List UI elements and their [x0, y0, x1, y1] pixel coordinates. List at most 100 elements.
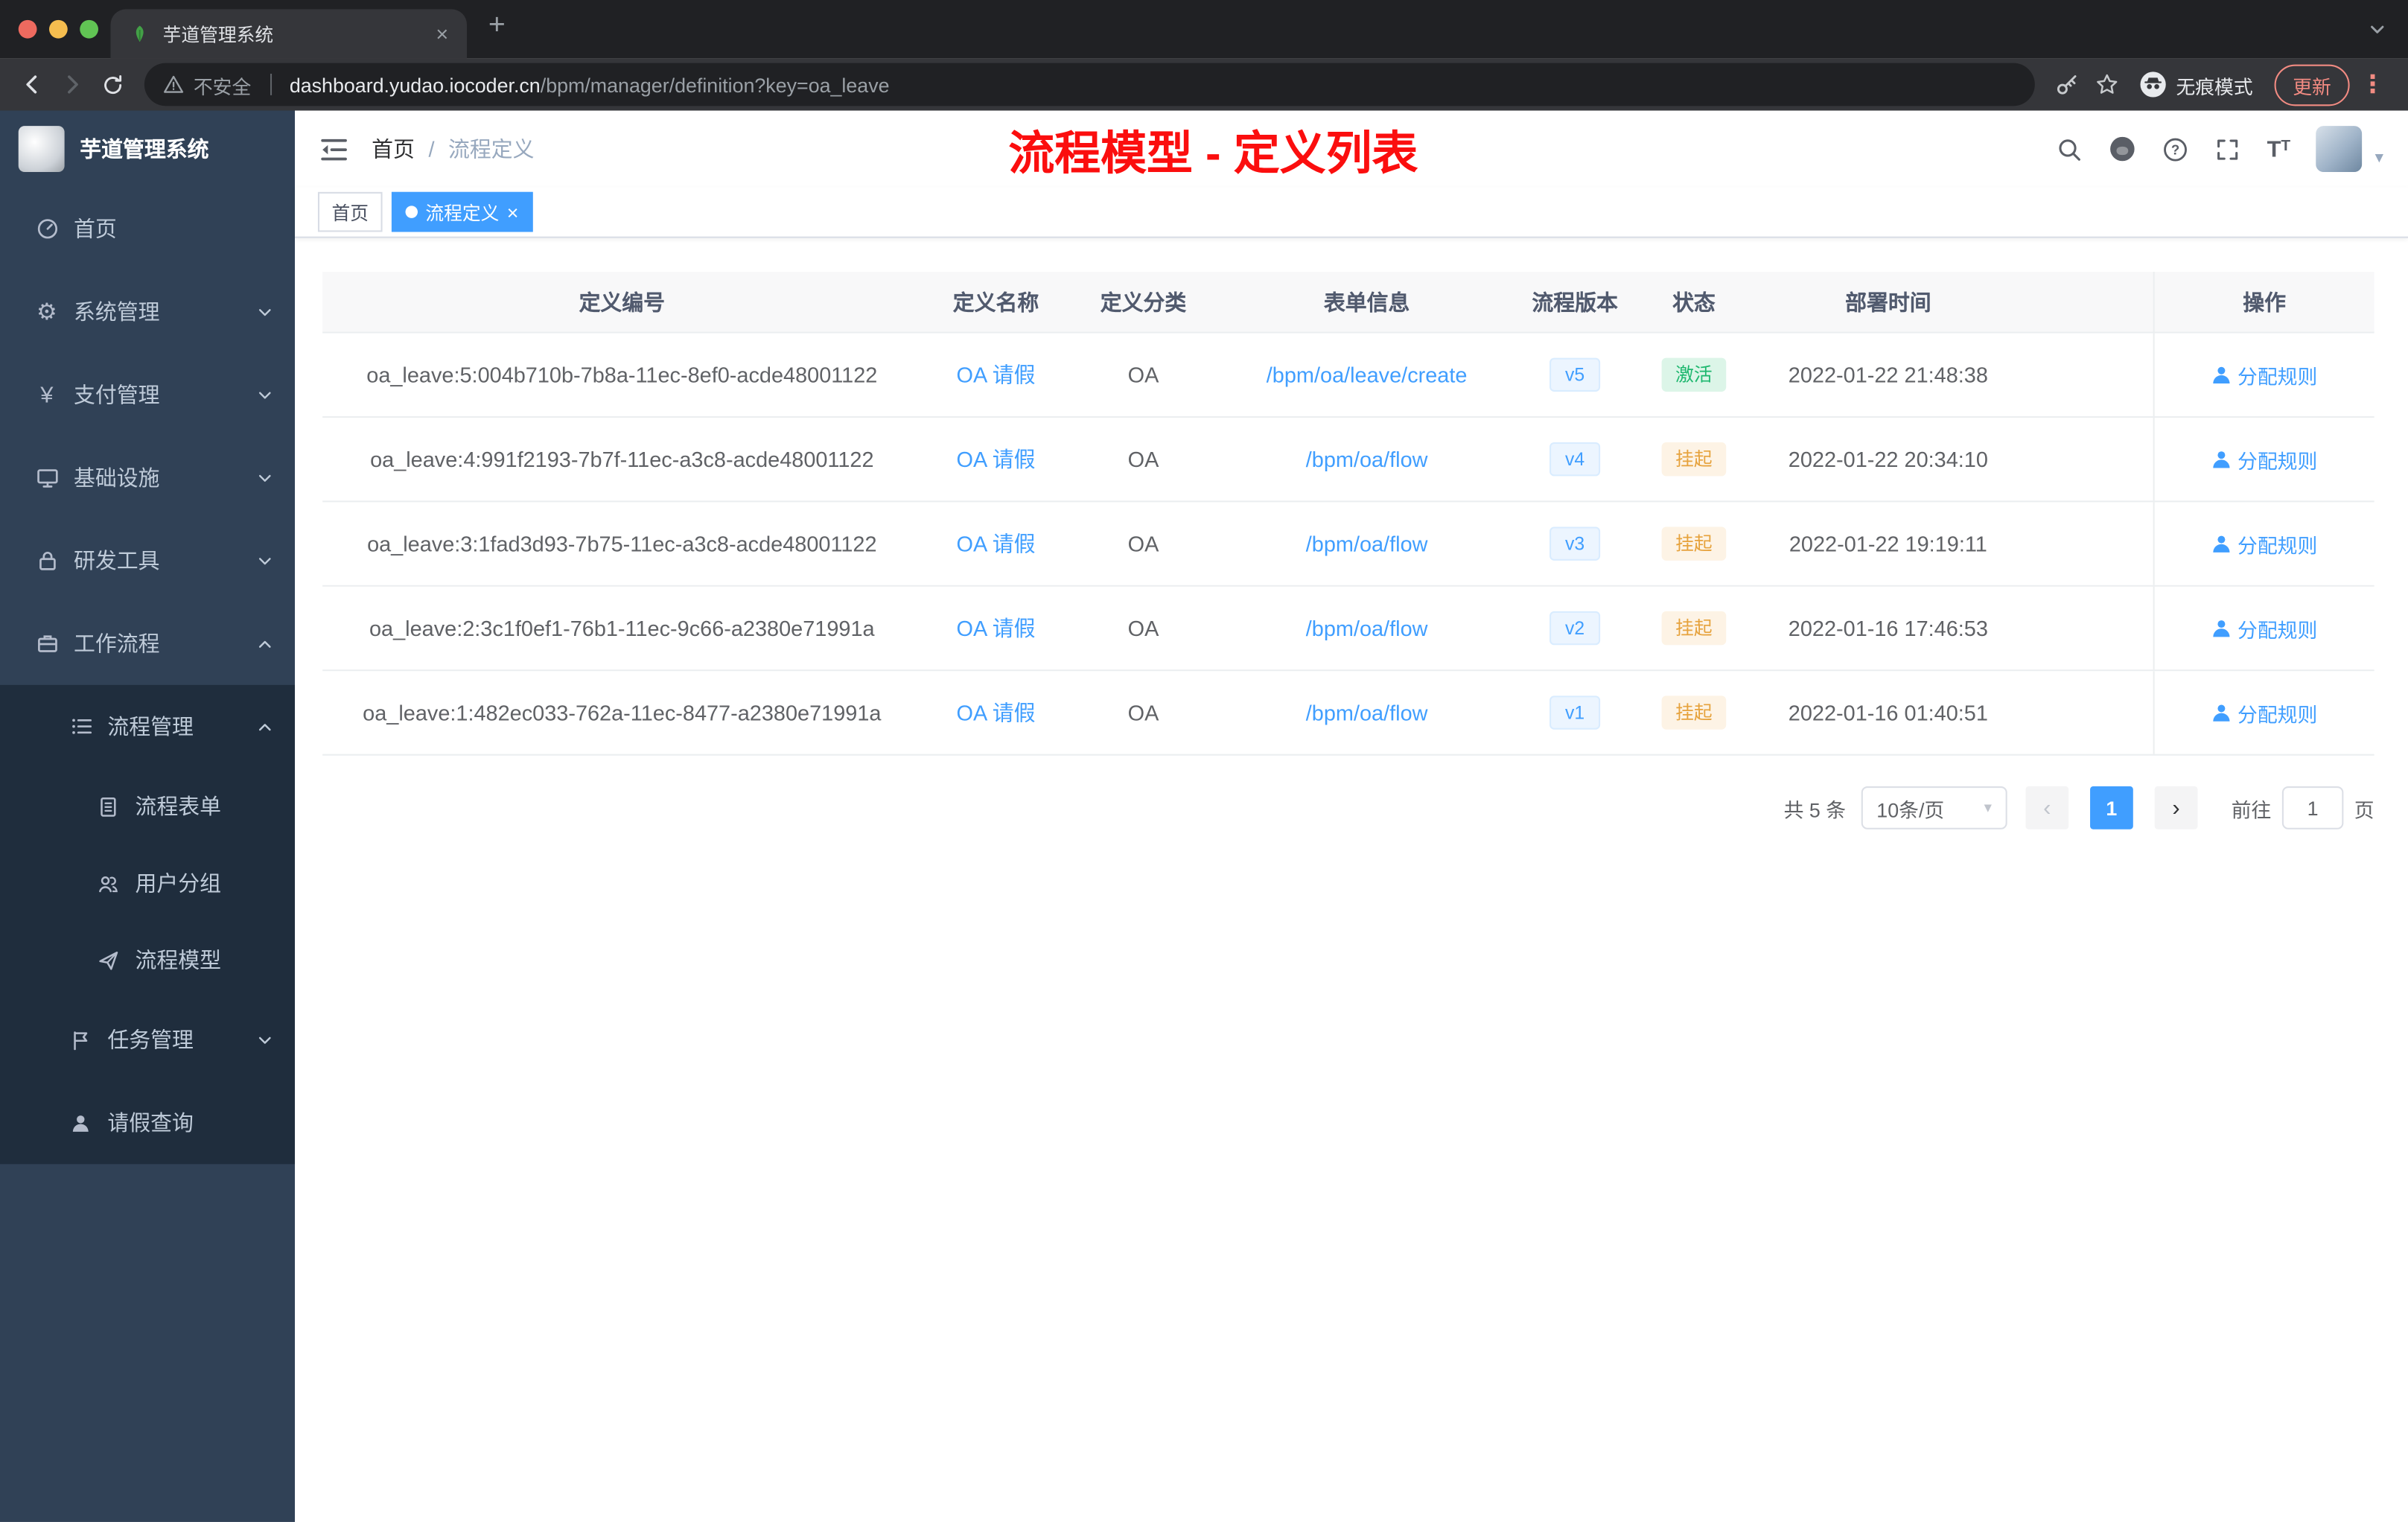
assign-rule-label: 分配规则	[2237, 449, 2318, 473]
cell-deploy-time: 2022-01-22 20:34:10	[1788, 447, 1988, 472]
chevron-up-icon	[256, 635, 273, 652]
tag-close-icon[interactable]: ×	[507, 202, 519, 222]
assign-rule-link[interactable]: 分配规则	[2211, 614, 2317, 643]
assign-rule-link[interactable]: 分配规则	[2211, 360, 2317, 389]
cell-definition-name: OA 请假	[922, 671, 1071, 754]
sidebar-item-home[interactable]: 首页	[0, 188, 295, 270]
app-root: 芋道管理系统 首页 ⚙ 系统管理 ¥ 支付管理 基础设施 研发工具 工作流程 流…	[0, 110, 2408, 1522]
definition-name-link[interactable]: OA 请假	[957, 697, 1036, 727]
col-definition-id: 定义编号	[579, 289, 666, 314]
goto-label: 前往	[2231, 797, 2272, 821]
password-key-icon[interactable]	[2047, 65, 2087, 105]
version-badge: v1	[1549, 695, 1600, 730]
cell-category: OA	[1127, 362, 1159, 387]
assign-rule-link[interactable]: 分配规则	[2211, 529, 2317, 558]
form-link[interactable]: /bpm/oa/leave/create	[1267, 363, 1468, 387]
form-link[interactable]: /bpm/oa/flow	[1306, 532, 1428, 556]
avatar[interactable]	[2316, 126, 2363, 172]
definition-name-link[interactable]: OA 请假	[957, 360, 1036, 390]
help-icon[interactable]: ?	[2162, 136, 2188, 162]
fullscreen-icon[interactable]	[2215, 136, 2241, 162]
definition-name-link[interactable]: OA 请假	[957, 529, 1036, 559]
sidebar-item-leave-query[interactable]: 请假查询	[0, 1081, 295, 1164]
search-icon[interactable]	[2057, 136, 2083, 162]
col-definition-name: 定义名称	[952, 289, 1039, 314]
assign-rule-link[interactable]: 分配规则	[2211, 445, 2317, 474]
cell-filler	[2021, 418, 2153, 500]
url-host: dashboard.yudao.iocoder.cn	[289, 72, 541, 96]
browser-tab[interactable]: 芋道管理系统 ×	[110, 9, 467, 59]
tag-label: 首页	[331, 202, 369, 224]
maximize-window-button[interactable]	[80, 19, 98, 39]
sidebar-item-process-form[interactable]: 流程表单	[0, 768, 295, 844]
avatar-caret-icon[interactable]: ▾	[2375, 147, 2383, 168]
send-icon	[95, 947, 121, 973]
form-link[interactable]: /bpm/oa/flow	[1306, 447, 1428, 471]
cell-definition-id: oa_leave:4:991f2193-7b7f-11ec-a3c8-acde4…	[370, 447, 874, 472]
cell-form-info: /bpm/oa/flow	[1217, 502, 1517, 585]
tab-title: 芋道管理系统	[162, 23, 274, 45]
svg-text:?: ?	[2171, 141, 2179, 157]
definition-name-link[interactable]: OA 请假	[957, 444, 1036, 474]
goto-page-input[interactable]	[2281, 786, 2344, 830]
close-window-button[interactable]	[18, 19, 37, 39]
tab-search-chevron-icon[interactable]	[2368, 20, 2386, 39]
breadcrumb-separator: /	[428, 136, 435, 162]
sidebar-item-task-management[interactable]: 任务管理	[0, 999, 295, 1081]
breadcrumb-home[interactable]: 首页	[372, 133, 415, 164]
github-icon[interactable]	[2109, 136, 2136, 163]
tab-close-icon[interactable]: ×	[436, 22, 448, 46]
forward-button[interactable]	[52, 65, 92, 105]
tag-home[interactable]: 首页	[317, 191, 383, 232]
hamburger-icon[interactable]	[319, 136, 348, 162]
url-divider	[270, 74, 272, 95]
url-text[interactable]: dashboard.yudao.iocoder.cn/bpm/manager/d…	[290, 73, 890, 96]
person-icon	[68, 1109, 94, 1136]
cell-status: 挂起	[1632, 502, 1755, 585]
definition-name-link[interactable]: OA 请假	[957, 613, 1036, 643]
cell-operation: 分配规则	[2153, 418, 2374, 501]
person-icon	[2213, 366, 2230, 383]
status-badge: 挂起	[1661, 442, 1727, 477]
cell-filler	[2021, 502, 2153, 585]
sidebar-item-workflow[interactable]: 工作流程	[0, 602, 295, 685]
new-tab-button[interactable]: +	[488, 9, 506, 42]
sidebar-item-infrastructure[interactable]: 基础设施	[0, 436, 295, 519]
col-deploy-time: 部署时间	[1845, 289, 1931, 314]
sidebar-item-system[interactable]: ⚙ 系统管理	[0, 270, 295, 353]
minimize-window-button[interactable]	[49, 19, 68, 39]
tag-process-definition[interactable]: 流程定义 ×	[391, 191, 532, 232]
font-size-icon[interactable]: TT	[2267, 138, 2291, 161]
sidebar-item-label: 用户分组	[135, 870, 222, 896]
page-number-button[interactable]: 1	[2089, 786, 2133, 830]
sidebar-item-process-model[interactable]: 流程模型	[0, 922, 295, 999]
cell-definition-name: OA 请假	[922, 587, 1071, 669]
bookmark-star-icon[interactable]	[2087, 65, 2127, 105]
url-path: /bpm/manager/definition?key=oa_leave	[540, 72, 890, 96]
prev-page-button[interactable]: ‹	[2025, 786, 2069, 830]
sidebar-item-payment[interactable]: ¥ 支付管理	[0, 353, 295, 436]
browser-update-button[interactable]: 更新	[2274, 63, 2350, 106]
assign-rule-link[interactable]: 分配规则	[2211, 698, 2317, 727]
form-link[interactable]: /bpm/oa/flow	[1306, 701, 1428, 725]
version-badge: v3	[1549, 526, 1600, 561]
cell-form-info: /bpm/oa/flow	[1217, 418, 1517, 500]
sidebar-item-devtools[interactable]: 研发工具	[0, 519, 295, 602]
sidebar-item-user-group[interactable]: 用户分组	[0, 844, 295, 921]
form-link[interactable]: /bpm/oa/flow	[1306, 616, 1428, 640]
page-size-select[interactable]: 10条/页 ▾	[1861, 786, 2007, 830]
app-title: 芋道管理系统	[80, 136, 209, 162]
goto-page: 前往 页	[2232, 786, 2374, 830]
lock-icon	[34, 547, 60, 573]
back-button[interactable]	[13, 65, 53, 105]
sidebar-item-label: 流程表单	[135, 794, 222, 819]
security-label[interactable]: 不安全	[194, 70, 251, 99]
next-page-button[interactable]: ›	[2154, 786, 2198, 830]
sidebar-item-process-management[interactable]: 流程管理	[0, 685, 295, 768]
assign-rule-label: 分配规则	[2237, 364, 2318, 388]
cell-definition-id: oa_leave:1:482ec033-762a-11ec-8477-a2380…	[363, 700, 882, 725]
chevron-down-icon	[256, 469, 273, 486]
browser-menu-dots-icon[interactable]: ⋮	[2360, 69, 2385, 100]
address-bar[interactable]: 不安全 dashboard.yudao.iocoder.cn/bpm/manag…	[144, 63, 2035, 106]
refresh-button[interactable]	[92, 65, 133, 105]
